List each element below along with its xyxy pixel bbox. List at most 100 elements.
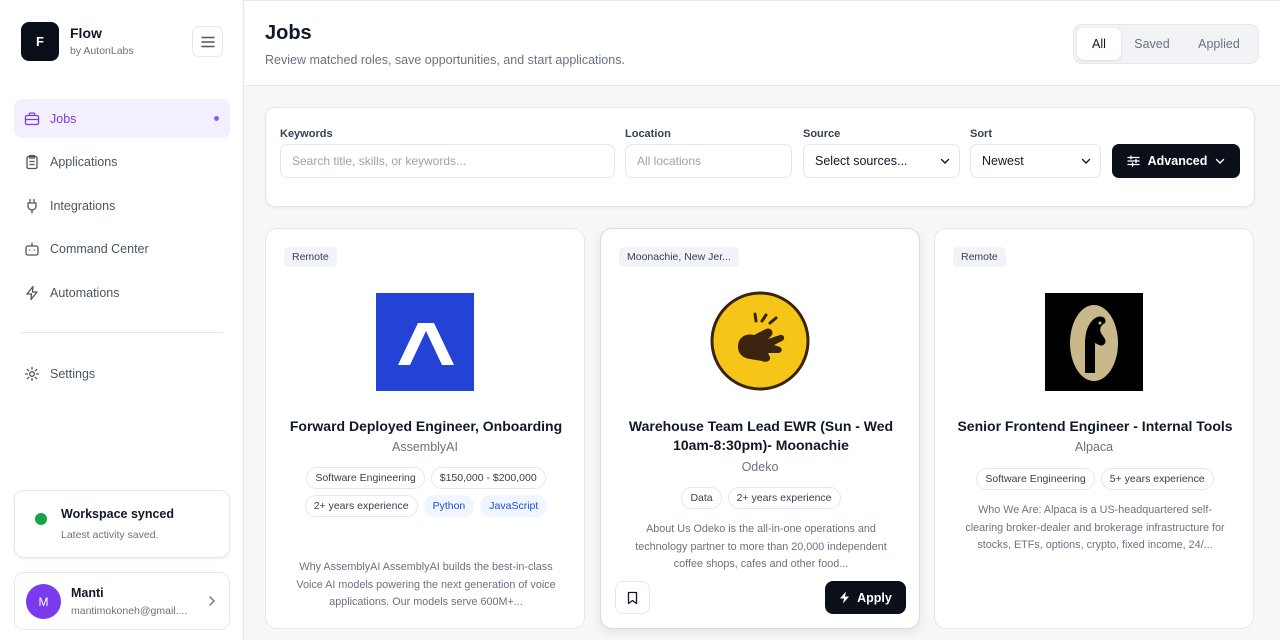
apply-button[interactable]: Apply: [825, 581, 906, 614]
sidebar-item-label: Settings: [50, 366, 96, 381]
category-tag: Software Engineering: [306, 467, 425, 489]
sidebar-toggle-button[interactable]: [192, 26, 223, 57]
briefcase-icon: [24, 111, 40, 127]
sidebar-item-label: Command Center: [50, 242, 149, 257]
sync-subtitle: Latest activity saved.: [61, 529, 159, 541]
sidebar-item-command-center[interactable]: Command Center: [14, 230, 230, 269]
skill-tag: Python: [423, 495, 475, 517]
user-email: mantimokoneh@gmail....: [71, 605, 188, 617]
sidebar-item-label: Jobs: [50, 111, 77, 126]
sidebar-item-automations[interactable]: Automations: [14, 273, 230, 312]
advanced-label: Advanced: [1147, 154, 1208, 168]
skill-tag: JavaScript: [480, 495, 548, 517]
user-name: Manti: [71, 586, 104, 600]
location-input[interactable]: All locations: [625, 144, 792, 178]
company-logo: [1045, 293, 1143, 396]
chevron-down-icon: [940, 158, 950, 164]
tab-saved[interactable]: Saved: [1121, 28, 1183, 60]
workspace-sync-card: Workspace synced Latest activity saved.: [14, 490, 230, 558]
sidebar-item-settings[interactable]: Settings: [14, 354, 230, 393]
job-description: Why AssemblyAI AssemblyAI builds the bes…: [296, 561, 556, 609]
assemblyai-logo: [376, 293, 474, 391]
location-placeholder: All locations: [637, 154, 702, 168]
location-badge: Remote: [284, 247, 337, 267]
location-badge: Remote: [953, 247, 1006, 267]
job-title[interactable]: Forward Deployed Engineer, Onboarding: [278, 417, 574, 436]
job-description: Who We Are: Alpaca is a US-headquartered…: [965, 504, 1225, 552]
company-name: Alpaca: [1074, 440, 1114, 454]
page-header: Jobs Review matched roles, save opportun…: [245, 0, 1280, 86]
brand-name: Flow: [70, 25, 102, 41]
page-title: Jobs: [265, 22, 312, 44]
menu-icon: [200, 36, 215, 47]
filter-panel: Keywords Search title, skills, or keywor…: [265, 107, 1255, 207]
job-tags: Software Engineering $150,000 - $200,000…: [278, 467, 574, 517]
sidebar-nav: Jobs Applications Integrations Command C…: [14, 99, 230, 317]
apply-label: Apply: [857, 590, 892, 605]
source-value: Select sources...: [815, 154, 908, 168]
brand-subtitle: by AutonLabs: [70, 45, 134, 57]
chevron-down-icon: [1216, 158, 1225, 164]
location-label: Location: [625, 128, 671, 140]
sidebar-item-applications[interactable]: Applications: [14, 143, 230, 182]
job-tags: Software Engineering 5+ years experience: [947, 468, 1243, 490]
chevron-right-icon: [209, 596, 215, 606]
sidebar-item-integrations[interactable]: Integrations: [14, 186, 230, 225]
zap-icon: [840, 591, 850, 604]
zap-icon: [24, 285, 40, 301]
tab-all[interactable]: All: [1077, 28, 1121, 60]
sort-value: Newest: [982, 154, 1024, 168]
keywords-placeholder: Search title, skills, or keywords...: [292, 154, 467, 168]
job-card[interactable]: Remote Senior Frontend Engineer - Intern…: [934, 228, 1254, 629]
plug-icon: [24, 198, 40, 214]
category-tag: Software Engineering: [976, 468, 1095, 490]
alpaca-logo: [1045, 293, 1143, 391]
experience-tag: 2+ years experience: [727, 487, 841, 509]
company-name: AssemblyAI: [392, 440, 458, 454]
company-name: Odeko: [741, 460, 779, 474]
job-card[interactable]: Remote Forward Deployed Engineer, Onboar…: [265, 228, 585, 629]
clipboard-icon: [24, 154, 40, 170]
sort-select[interactable]: Newest: [970, 144, 1101, 178]
source-select[interactable]: Select sources...: [803, 144, 960, 178]
keywords-input[interactable]: Search title, skills, or keywords...: [280, 144, 615, 178]
sync-title: Workspace synced: [61, 507, 175, 521]
sidebar-item-label: Automations: [50, 285, 120, 300]
location-badge: Moonachie, New Jer...: [619, 247, 739, 267]
job-title[interactable]: Warehouse Team Lead EWR (Sun - Wed 10am-…: [613, 417, 909, 455]
advanced-filters-button[interactable]: Advanced: [1112, 144, 1240, 178]
sync-status-dot: [35, 513, 47, 525]
job-card[interactable]: Moonachie, New Jer... Warehouse Team Lea…: [600, 228, 920, 629]
sidebar-item-jobs[interactable]: Jobs: [14, 99, 230, 138]
brand[interactable]: F Flow by AutonLabs: [21, 22, 134, 61]
category-tag: Data: [681, 487, 722, 509]
experience-tag: 5+ years experience: [1100, 468, 1214, 490]
sort-label: Sort: [970, 128, 992, 140]
sidebar-item-label: Applications: [50, 155, 118, 170]
experience-tag: 2+ years experience: [304, 495, 418, 517]
brand-logo: F: [21, 22, 59, 61]
source-label: Source: [803, 128, 841, 140]
sidebar: F Flow by AutonLabs Jobs Applications In…: [0, 0, 244, 640]
bot-icon: [24, 241, 40, 257]
avatar: M: [26, 584, 61, 619]
save-job-button[interactable]: [615, 581, 650, 614]
active-indicator-dot: [214, 116, 219, 121]
tab-applied[interactable]: Applied: [1183, 28, 1255, 60]
page-subtitle: Review matched roles, save opportunities…: [265, 53, 625, 67]
company-logo: [376, 293, 474, 396]
sidebar-divider: [21, 332, 223, 333]
job-tags: Data 2+ years experience: [613, 487, 909, 509]
chevron-down-icon: [1081, 158, 1091, 164]
company-logo: [710, 291, 810, 396]
job-title[interactable]: Senior Frontend Engineer - Internal Tool…: [947, 417, 1243, 436]
gear-icon: [24, 366, 40, 382]
keywords-label: Keywords: [280, 128, 333, 140]
salary-tag: $150,000 - $200,000: [430, 467, 546, 489]
sidebar-item-label: Integrations: [50, 198, 116, 213]
sliders-icon: [1126, 155, 1140, 167]
job-description: About Us Odeko is the all-in-one operati…: [635, 523, 887, 571]
user-profile-card[interactable]: M Manti mantimokoneh@gmail....: [14, 572, 230, 630]
odeko-logo: [710, 291, 810, 391]
job-filter-tabs: All Saved Applied: [1073, 24, 1259, 64]
